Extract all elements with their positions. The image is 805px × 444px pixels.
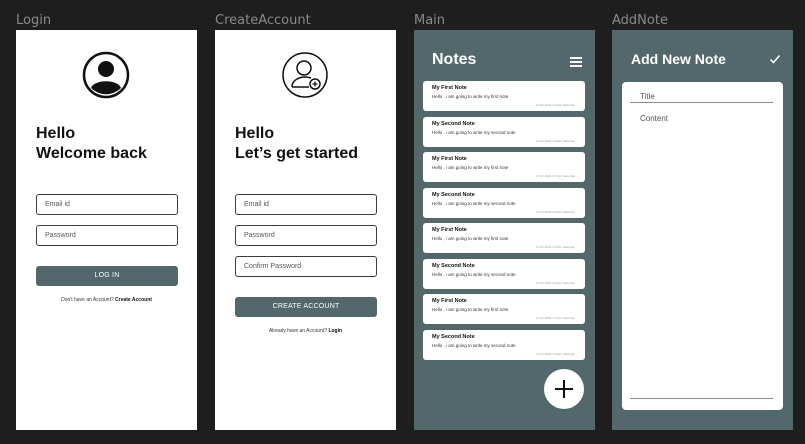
login-button[interactable]: LOG IN: [36, 266, 178, 286]
note-card[interactable]: My Second Note Hello , i am going to wri…: [423, 188, 585, 218]
note-title: My Second Note: [432, 334, 475, 340]
note-title: My First Note: [432, 298, 467, 304]
note-card[interactable]: My First Note Hello , i am going to writ…: [423, 223, 585, 253]
greeting-line-1: Hello: [36, 125, 76, 142]
note-timestamp: 17-02-2024 1:07pm Saturday: [535, 174, 575, 178]
note-title: My First Note: [432, 156, 467, 162]
login-greeting: Hello Welcome back: [36, 124, 147, 164]
note-content-input[interactable]: Content: [640, 114, 668, 123]
note-body: Hello , i am going to write my second no…: [432, 343, 516, 348]
note-body: Hello , i am going to write my first not…: [432, 236, 509, 241]
note-timestamp: 17-02-2024 1:40pm Saturday: [535, 352, 575, 356]
confirm-password-field[interactable]: Confirm Password: [235, 256, 377, 277]
note-timestamp: 17-02-2024 1:07pm Saturday: [535, 316, 575, 320]
note-editor: Title Content: [622, 82, 783, 410]
note-title: My Second Note: [432, 121, 475, 127]
note-card[interactable]: My Second Note Hello , i am going to wri…: [423, 117, 585, 147]
create-account-button[interactable]: CREATE ACCOUNT: [235, 297, 377, 317]
note-card[interactable]: My First Note Hello , i am going to writ…: [423, 81, 585, 111]
email-field[interactable]: Email id: [235, 194, 377, 215]
frame-label-login: Login: [16, 13, 52, 28]
create-account-screen: Hello Let’s get started Email id Passwor…: [215, 30, 396, 430]
note-body: Hello , i am going to write my first not…: [432, 94, 509, 99]
note-body: Hello , i am going to write my first not…: [432, 307, 509, 312]
menu-icon[interactable]: [570, 57, 582, 67]
notes-title: Notes: [432, 51, 477, 68]
greeting-line-2: Welcome back: [36, 145, 147, 162]
create-account-greeting: Hello Let’s get started: [235, 124, 358, 164]
note-timestamp: 17-02-2024 1:07pm Saturday: [535, 245, 575, 249]
login-link[interactable]: Login: [328, 328, 342, 334]
note-title-input[interactable]: Title: [640, 92, 655, 101]
note-timestamp: 17-02-2024 1:07pm Saturday: [535, 103, 575, 107]
create-account-footer-prefix: Already have an Account?: [268, 328, 328, 334]
password-field[interactable]: Password: [36, 225, 178, 246]
email-field[interactable]: Email id: [36, 194, 178, 215]
check-icon[interactable]: [769, 53, 781, 65]
note-title: My Second Note: [432, 192, 475, 198]
greeting-line-2: Let’s get started: [235, 145, 358, 162]
note-title: My First Note: [432, 85, 467, 91]
note-body: Hello , i am going to write my first not…: [432, 165, 509, 170]
note-body: Hello , i am going to write my second no…: [432, 201, 516, 206]
note-card[interactable]: My First Note Hello , i am going to writ…: [423, 294, 585, 324]
main-screen: Notes My First Note Hello , i am going t…: [414, 30, 595, 430]
title-underline: [630, 102, 773, 103]
note-timestamp: 17-02-2024 1:40pm Saturday: [535, 210, 575, 214]
create-account-footer: Already have an Account? Login: [215, 328, 396, 334]
password-field[interactable]: Password: [235, 225, 377, 246]
add-note-screen: Add New Note Title Content: [612, 30, 793, 430]
note-body: Hello , i am going to write my second no…: [432, 130, 516, 135]
note-card[interactable]: My Second Note Hello , i am going to wri…: [423, 259, 585, 289]
frame-label-create-account: CreateAccount: [215, 13, 311, 28]
greeting-line-1: Hello: [235, 125, 275, 142]
note-title: My Second Note: [432, 263, 475, 269]
login-screen: Hello Welcome back Email id Password LOG…: [16, 30, 197, 430]
note-title: My First Note: [432, 227, 467, 233]
frame-label-add-note: AddNote: [612, 13, 668, 28]
content-underline: [630, 398, 773, 399]
add-note-title: Add New Note: [631, 51, 726, 67]
note-body: Hello , i am going to write my second no…: [432, 272, 516, 277]
add-note-fab-plus-icon[interactable]: [544, 369, 584, 409]
login-footer: Don't have an Account? Create Account: [16, 297, 197, 303]
note-card[interactable]: My First Note Hello , i am going to writ…: [423, 152, 585, 182]
login-footer-prefix: Don't have an Account?: [61, 297, 114, 303]
frame-label-main: Main: [414, 13, 446, 28]
note-timestamp: 17-02-2024 1:40pm Saturday: [535, 281, 575, 285]
add-user-icon: [282, 52, 328, 98]
note-timestamp: 17-02-2024 1:40pm Saturday: [535, 139, 575, 143]
note-card[interactable]: My Second Note Hello , i am going to wri…: [423, 330, 585, 360]
user-avatar-icon: [82, 51, 130, 99]
create-account-link[interactable]: Create Account: [115, 297, 152, 303]
